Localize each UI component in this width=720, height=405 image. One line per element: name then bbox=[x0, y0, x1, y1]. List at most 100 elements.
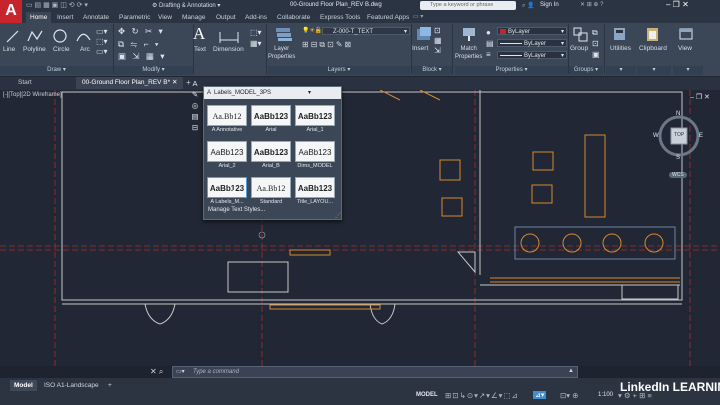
linetype-dropdown[interactable]: ByLayer ▾ bbox=[497, 51, 567, 59]
annotation-scale[interactable]: 1:100 bbox=[598, 392, 613, 398]
command-line-controls[interactable]: ✕ ⌕ bbox=[150, 367, 163, 377]
workspace-label: Drafting & Annotation bbox=[159, 3, 216, 9]
view-icon[interactable] bbox=[678, 26, 694, 42]
tab-annotate[interactable]: Annotate bbox=[83, 12, 109, 23]
group-icon[interactable] bbox=[572, 26, 590, 42]
layer-properties-button[interactable]: Layer Properties bbox=[268, 45, 295, 61]
text-style-dropdown[interactable]: A Labels_MODEL_3PS ▾ bbox=[204, 87, 341, 99]
draw-extra-icons[interactable]: ▭▾ ⬚▾ ▭▾ bbox=[96, 27, 108, 57]
search-input[interactable]: Type a keyword or phrase bbox=[420, 1, 516, 10]
viewport-window-controls[interactable]: ‒ ❐ ✕ bbox=[690, 93, 710, 101]
insert-block-icon[interactable] bbox=[415, 26, 433, 42]
start-tab[interactable]: Start bbox=[12, 77, 38, 89]
tab-manage[interactable]: Manage bbox=[182, 12, 206, 23]
close-tab-icon[interactable]: ✕ bbox=[172, 79, 177, 86]
drafting-status-icons[interactable]: ⊞⊡↳⊙▾↗▾∠▾⬚⊿ bbox=[445, 391, 519, 400]
annotation-visibility-icon[interactable]: ⊿▾ bbox=[533, 391, 547, 399]
tab-add-ins[interactable]: Add-ins bbox=[245, 12, 267, 23]
tab-featured-apps[interactable]: Featured Apps bbox=[367, 12, 409, 23]
manage-text-styles-link[interactable]: Manage Text Styles... bbox=[208, 207, 265, 213]
style-swatch-arial-2[interactable]: AaBb123 bbox=[207, 141, 247, 162]
style-swatch-standard[interactable]: Aa.Bb12 bbox=[251, 177, 291, 198]
layer-tool-icons[interactable]: ⊞⊟⧉⊡✎⊠ bbox=[302, 40, 353, 50]
tab-view[interactable]: View bbox=[158, 12, 172, 23]
viewcube-south[interactable]: S bbox=[676, 155, 680, 161]
tab-collaborate[interactable]: Collaborate bbox=[277, 12, 310, 23]
line-tool[interactable]: Line bbox=[3, 46, 15, 53]
utilities-button[interactable]: Utilities bbox=[610, 45, 631, 52]
style-swatch-arial[interactable]: AaBb123 bbox=[251, 105, 291, 126]
command-line[interactable]: ▭▾ Type a command ▲ bbox=[172, 366, 578, 378]
layer-properties-icon[interactable] bbox=[274, 26, 294, 42]
style-swatch-annotative[interactable]: Aa.Bb12 bbox=[207, 105, 247, 126]
wcs-menu[interactable]: WCS bbox=[669, 172, 687, 178]
style-swatch-title-layout[interactable]: AaBb123 bbox=[295, 177, 335, 198]
insert-button[interactable]: Insert bbox=[412, 45, 428, 52]
tab-home[interactable]: Home bbox=[26, 12, 52, 23]
clipboard-expander[interactable]: ▾ bbox=[637, 66, 671, 75]
viewcube-top[interactable]: TOP bbox=[674, 132, 684, 138]
help-icons[interactable]: ✕ ⊞ ⊕ ? bbox=[580, 1, 603, 8]
circle-tool[interactable]: Circle bbox=[53, 46, 70, 53]
arc-tool[interactable]: Arc bbox=[80, 46, 90, 53]
tab-express-tools[interactable]: Express Tools bbox=[320, 12, 360, 23]
clipboard-button[interactable]: Clipboard bbox=[639, 45, 667, 52]
command-expand-icon[interactable]: ▲ bbox=[568, 368, 574, 374]
block-small-icons[interactable]: ⊡ ▦ ⇲ bbox=[434, 26, 442, 56]
annotation-small-icons[interactable]: ⬚▾ ▦▾ bbox=[250, 27, 262, 49]
viewcube-east[interactable]: E bbox=[699, 133, 703, 139]
tab-insert[interactable]: Insert bbox=[57, 12, 73, 23]
style-swatch-arial-b[interactable]: AaBb123 bbox=[251, 141, 291, 162]
model-space-button[interactable]: MODEL bbox=[416, 392, 438, 398]
style-swatch-arial-1[interactable]: AaBb123 bbox=[295, 105, 335, 126]
command-input[interactable]: Type a command bbox=[193, 369, 239, 375]
style-swatch-dims-model[interactable]: AaBb123 bbox=[295, 141, 335, 162]
view-button[interactable]: View bbox=[678, 45, 692, 52]
ribbon-minimize-icon[interactable]: ▭ ▾ bbox=[413, 13, 423, 20]
block-panel-title: Block ▾ bbox=[412, 66, 452, 75]
modify-tool-icons[interactable]: ✥ ↻ ✂ ▾ ⧉ ⇋ ⌐ ▾ ▣ ⇲ ▦ ▾ bbox=[118, 25, 190, 63]
infocenter-icons[interactable]: ⌕ 👤 bbox=[522, 2, 535, 10]
text-tool[interactable]: Text bbox=[194, 46, 206, 53]
color-dropdown[interactable]: ByLayer ▾ bbox=[497, 27, 567, 35]
window-controls[interactable]: ‒ ❐ ✕ bbox=[666, 0, 689, 9]
dimension-tool[interactable]: Dimension bbox=[213, 46, 244, 53]
viewport-controls[interactable]: [-][Top][2D Wireframe] bbox=[3, 92, 62, 98]
match-properties-icon[interactable] bbox=[460, 26, 478, 42]
groups-small-icons[interactable]: ⧉ ⊡ ▣ bbox=[592, 27, 600, 60]
tab-parametric[interactable]: Parametric bbox=[119, 12, 150, 23]
style-label-arial-1: Arial_1 bbox=[306, 127, 324, 133]
match-properties-button[interactable]: Match Properties bbox=[455, 45, 482, 61]
drawing-canvas[interactable] bbox=[0, 90, 720, 366]
group-button[interactable]: Group bbox=[570, 45, 588, 52]
text-icon[interactable]: A bbox=[193, 24, 205, 44]
utilities-expander[interactable]: ▾ bbox=[606, 66, 636, 75]
view-expander[interactable]: ▾ bbox=[673, 66, 703, 75]
add-layout-icon[interactable]: + bbox=[104, 380, 116, 391]
mouse-cursor-icon: ➚ bbox=[229, 187, 237, 197]
layer-dropdown[interactable]: Z-000-T_TEXT ▾ bbox=[322, 27, 410, 35]
autocad-logo[interactable]: A bbox=[0, 0, 22, 24]
style-swatch-labels-model[interactable]: AaBb123 bbox=[207, 177, 247, 198]
utilities-icon[interactable] bbox=[612, 26, 628, 42]
quick-access-toolbar[interactable]: ▭ ▤ ▦ ▣ ◫ ⟲ ⟳ ▾ bbox=[26, 1, 88, 9]
text-style-gallery: A Labels_MODEL_3PS ▾ Aa.Bb12 A Annotative … bbox=[203, 86, 342, 220]
clipboard-icon[interactable] bbox=[645, 26, 661, 42]
viewcube-west[interactable]: W bbox=[653, 133, 659, 139]
resize-grip-icon[interactable]: ⋰ bbox=[335, 212, 341, 219]
workspace-icons[interactable]: ⊡▾ ⊕ bbox=[560, 391, 578, 400]
viewcube-north[interactable]: N bbox=[676, 111, 680, 117]
dimension-icon[interactable] bbox=[218, 28, 240, 44]
floor-plan bbox=[0, 90, 720, 366]
annotation-flyout-icons[interactable]: A ✎ ◎ ▤ ⊟ bbox=[188, 78, 202, 133]
sign-in-button[interactable]: Sign In bbox=[540, 2, 559, 8]
properties-icons[interactable]: ● ▤ ≡ bbox=[486, 27, 494, 60]
layout-tab-iso-a1[interactable]: ISO A1-Landscape bbox=[40, 380, 103, 391]
tab-output[interactable]: Output bbox=[216, 12, 236, 23]
drawing-tab[interactable]: 00-Ground Floor Plan_REV B* ✕ bbox=[76, 77, 184, 89]
polyline-tool[interactable]: Polyline bbox=[23, 46, 46, 53]
lineweight-dropdown[interactable]: ByLayer ▾ bbox=[497, 39, 567, 47]
layout-tab-model[interactable]: Model bbox=[10, 380, 37, 391]
workspace-selector[interactable]: ⚙ Drafting & Annotation ▾ bbox=[152, 2, 220, 9]
command-history-icon[interactable]: ▭▾ bbox=[176, 368, 185, 375]
